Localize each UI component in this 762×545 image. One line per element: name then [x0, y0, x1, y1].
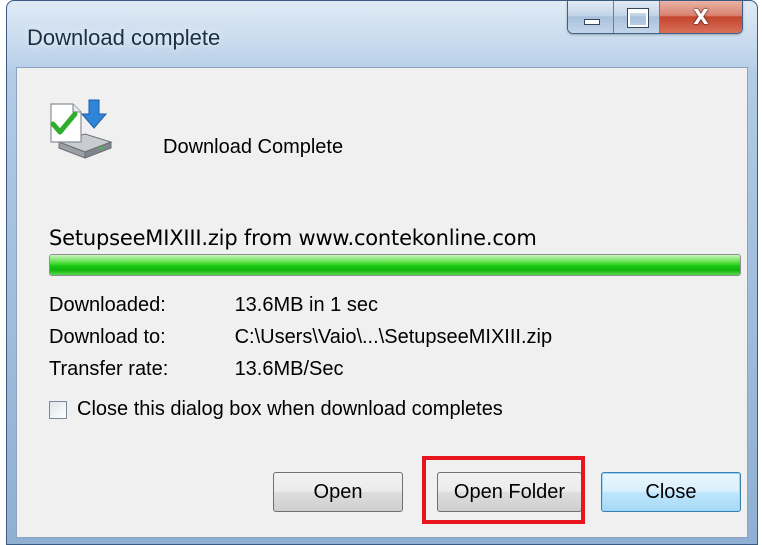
open-folder-button[interactable]: Open Folder [437, 472, 582, 512]
download-progress-bar [49, 254, 741, 276]
info-row-downloaded: Downloaded: 13.6MB in 1 sec [49, 294, 378, 317]
info-label: Transfer rate: [49, 358, 169, 380]
caption-buttons: X [567, 1, 743, 34]
info-label: Downloaded: [49, 294, 166, 316]
close-icon: X [693, 5, 709, 29]
file-source-text: SetupseeMIXIII.zip from www.contekonline… [49, 226, 537, 250]
download-complete-window: Download complete X Download Complete Se… [6, 0, 758, 545]
info-row-download-to: Download to: C:\Users\Vaio\...\SetupseeM… [49, 326, 552, 349]
minimize-button[interactable] [568, 1, 614, 33]
window-close-button[interactable]: X [660, 1, 742, 33]
info-row-transfer-rate: Transfer rate: 13.6MB/Sec [49, 358, 344, 381]
close-on-complete-row[interactable]: Close this dialog box when download comp… [49, 398, 503, 421]
dialog-heading: Download Complete [163, 136, 344, 158]
info-value: 13.6MB/Sec [234, 358, 344, 380]
dialog-content: Download Complete SetupseeMIXIII.zip fro… [16, 67, 748, 538]
info-label: Download to: [49, 326, 166, 348]
maximize-icon [627, 8, 649, 28]
window-title: Download complete [27, 25, 221, 50]
download-progress-fill [50, 255, 740, 275]
minimize-icon [584, 19, 600, 25]
info-value: C:\Users\Vaio\...\SetupseeMIXIII.zip [234, 326, 553, 348]
close-on-complete-label: Close this dialog box when download comp… [77, 398, 503, 420]
open-button[interactable]: Open [273, 472, 403, 512]
close-on-complete-checkbox[interactable] [49, 400, 67, 419]
close-button[interactable]: Close [601, 472, 741, 512]
info-value: 13.6MB in 1 sec [234, 294, 378, 316]
download-complete-icon [50, 99, 113, 159]
maximize-button[interactable] [614, 1, 660, 33]
